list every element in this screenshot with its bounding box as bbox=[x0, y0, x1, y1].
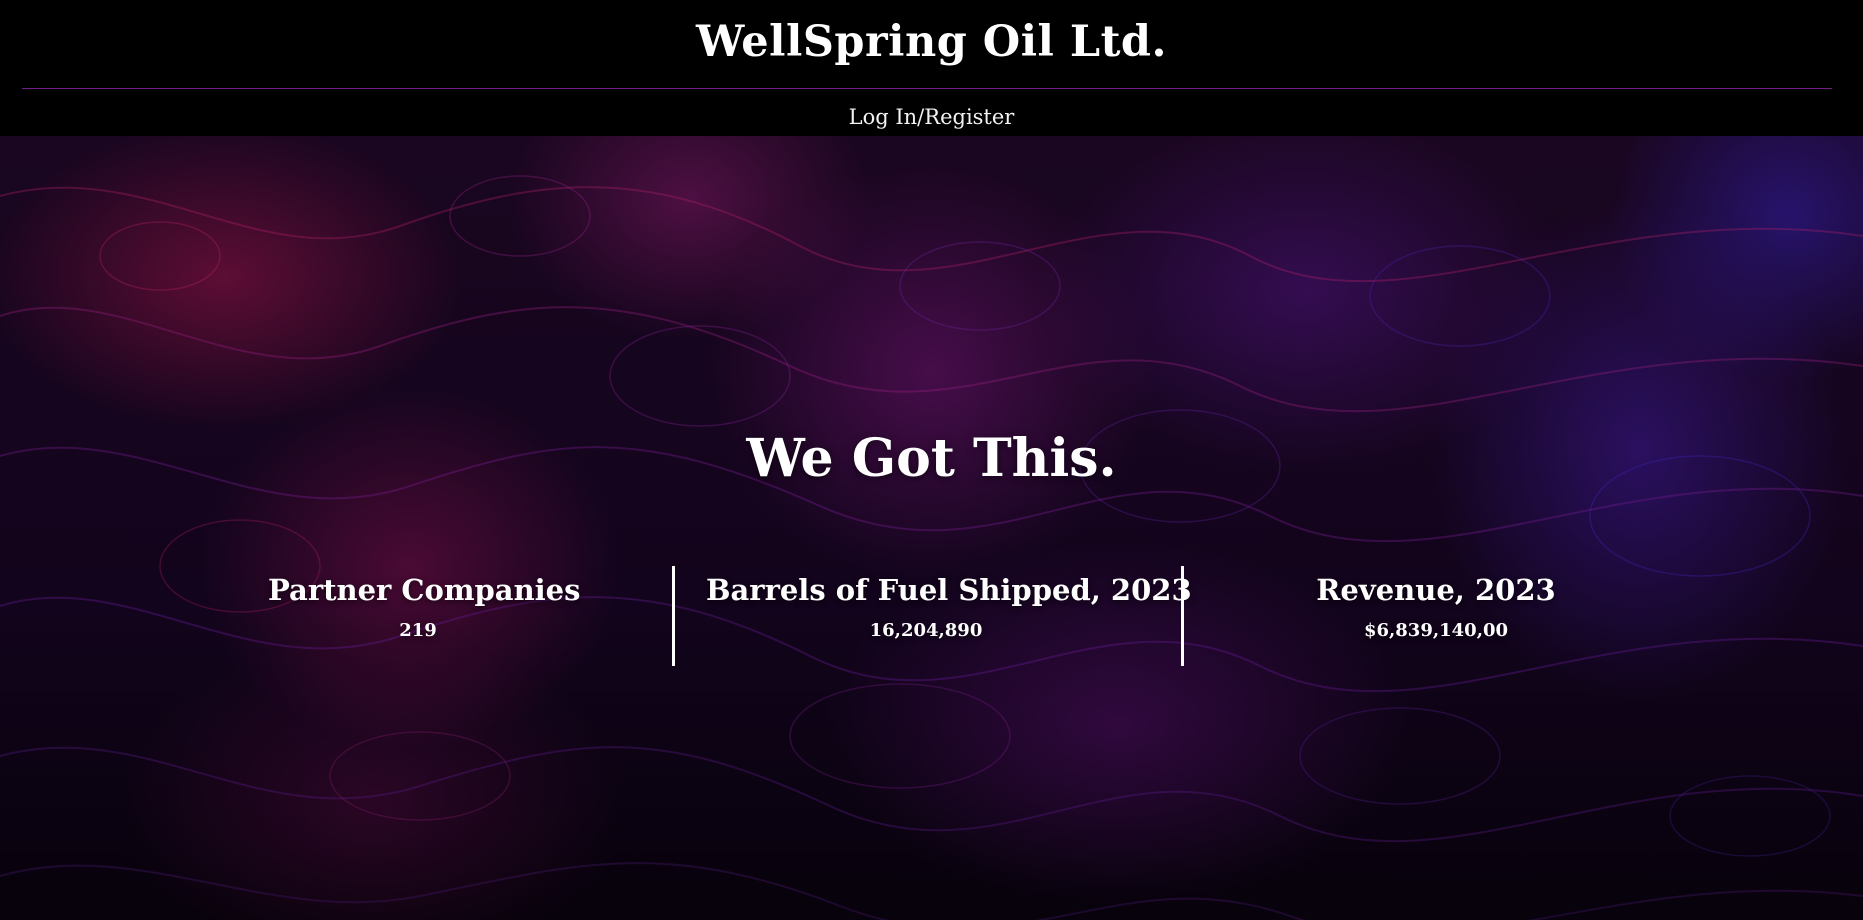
site-title[interactable]: WellSpring Oil Ltd. bbox=[0, 12, 1863, 72]
hero-tagline: We Got This. bbox=[746, 428, 1117, 489]
stat-divider bbox=[1181, 566, 1184, 666]
stat-barrels-shipped: Barrels of Fuel Shipped, 2023 16,204,890 bbox=[706, 570, 1192, 644]
stat-partner-companies: Partner Companies 219 bbox=[268, 570, 581, 644]
hero-section: We Got This. Partner Companies 219 Barre… bbox=[0, 136, 1863, 920]
stat-value: 16,204,890 bbox=[869, 620, 983, 641]
stat-label: Revenue, 2023 bbox=[1316, 573, 1556, 607]
stat-revenue: Revenue, 2023 $6,839,140,00 bbox=[1286, 570, 1586, 644]
background-texture bbox=[0, 175, 1863, 920]
stat-divider bbox=[672, 566, 675, 666]
stat-label: Barrels of Fuel Shipped, 2023 bbox=[706, 573, 1192, 607]
header-divider bbox=[22, 88, 1832, 89]
login-register-link[interactable]: Log In/Register bbox=[0, 103, 1863, 131]
stat-value: 219 bbox=[399, 620, 437, 641]
stat-label: Partner Companies bbox=[268, 573, 581, 607]
site-header: WellSpring Oil Ltd. Log In/Register bbox=[0, 0, 1863, 136]
stat-value: $6,839,140,00 bbox=[1363, 620, 1509, 641]
